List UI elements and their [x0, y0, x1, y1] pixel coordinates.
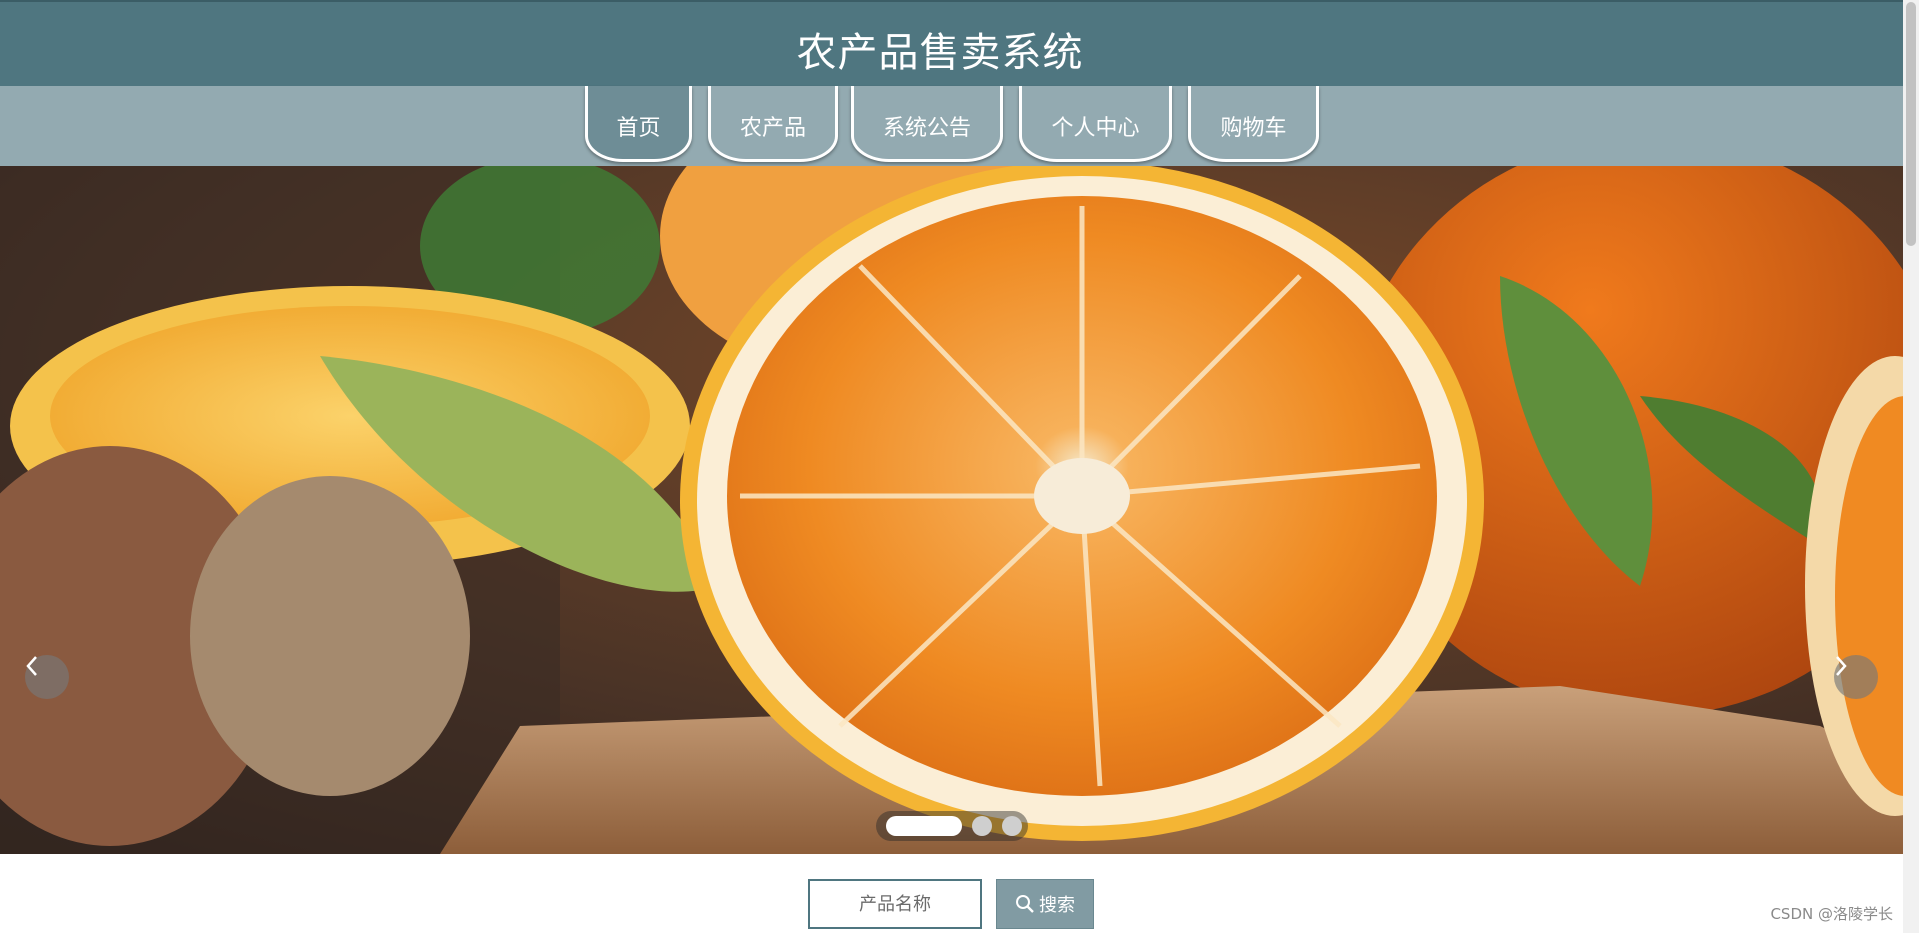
- carousel-dot-3[interactable]: [1002, 816, 1022, 836]
- watermark-text: CSDN @洛陵学长: [1770, 905, 1893, 923]
- nav-item-label: 首页: [616, 115, 661, 141]
- nav-item-label: 购物车: [1220, 115, 1287, 141]
- carousel-prev-button[interactable]: [25, 655, 69, 699]
- nav-item-home[interactable]: 首页: [585, 86, 692, 162]
- nav-item-products[interactable]: 农产品: [708, 86, 838, 162]
- main-nav: 首页 农产品 系统公告 个人中心 购物车: [0, 86, 1903, 166]
- nav-item-label: 系统公告: [882, 115, 971, 141]
- carousel-dot-2[interactable]: [972, 816, 992, 836]
- banner-orange-image: [0, 166, 1903, 854]
- chevron-right-icon: [1836, 656, 1847, 676]
- nav-item-label: 农产品: [739, 115, 806, 141]
- carousel-next-button[interactable]: [1834, 655, 1878, 699]
- search-icon: [1016, 895, 1034, 913]
- chevron-left-icon: [26, 656, 37, 676]
- search-button-label: 搜索: [1039, 895, 1075, 916]
- nav-item-label: 个人中心: [1051, 115, 1140, 141]
- carousel-indicators: [876, 811, 1028, 841]
- nav-item-personal-center[interactable]: 个人中心: [1019, 86, 1172, 162]
- site-title: 农产品售卖系统: [796, 30, 1084, 76]
- nav-item-cart[interactable]: 购物车: [1188, 86, 1319, 162]
- app-root: 农产品售卖系统 首页 农产品 系统公告 个人中心 购物车 产品名称 搜索 CSD…: [0, 0, 1919, 933]
- page-scrollbar[interactable]: [1903, 0, 1919, 933]
- banner-carousel[interactable]: [0, 166, 1903, 854]
- search-button[interactable]: 搜索: [996, 879, 1094, 929]
- site-header: 农产品售卖系统: [0, 0, 1903, 86]
- carousel-dot-1[interactable]: [886, 816, 962, 836]
- scrollbar-thumb[interactable]: [1906, 2, 1916, 246]
- nav-item-announcements[interactable]: 系统公告: [851, 86, 1003, 162]
- product-name-search-input[interactable]: [808, 879, 982, 929]
